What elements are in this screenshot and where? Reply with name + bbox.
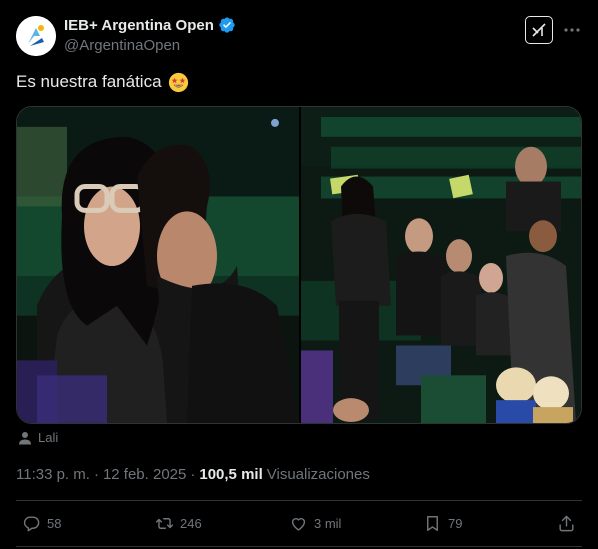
repost-button[interactable]: 246 [155,514,202,533]
more-options-button[interactable] [562,20,582,40]
divider [16,546,582,547]
tweet-time[interactable]: 11:33 p. m. [16,466,90,483]
avatar[interactable] [16,16,56,56]
media-photo-1[interactable] [17,107,299,423]
tagged-name: Lali [38,430,59,445]
grok-button[interactable] [525,16,553,44]
verified-badge-icon [219,17,235,33]
meta-separator: · [190,466,196,483]
reply-icon [23,516,40,532]
share-icon [559,515,574,532]
divider [16,500,582,501]
like-button[interactable]: 3 mil [289,514,341,533]
views-count: 100,5 mil [199,466,263,483]
tweet-text-row: Es nuestra fanática [16,70,189,94]
repost-count: 246 [180,516,202,531]
more-dots-icon [564,28,580,32]
media-grid [16,106,582,424]
bookmark-count: 79 [448,516,463,531]
reply-button[interactable]: 58 [22,514,61,533]
bookmark-button[interactable]: 79 [423,514,462,533]
author-display-name[interactable]: IEB+ Argentina Open [64,17,214,34]
person-icon [19,431,31,444]
tweet-text: Es nuestra fanática [16,72,162,91]
views-label: Visualizaciones [266,466,370,483]
tweet-card[interactable]: IEB+ Argentina Open @ArgentinaOpen Es nu… [0,0,598,549]
like-count: 3 mil [314,516,342,531]
media-photo-2[interactable] [301,107,581,423]
repost-icon [155,518,174,529]
tweet-meta: 11:33 p. m. · 12 feb. 2025 · 100,5 mil V… [16,466,370,483]
author-handle[interactable]: @ArgentinaOpen [64,37,180,54]
tagged-people[interactable]: Lali [18,430,58,445]
heart-icon [291,518,306,531]
star-struck-emoji-icon [168,72,189,93]
bookmark-icon [427,516,438,531]
argentina-open-logo-icon [16,16,56,56]
share-button[interactable] [557,514,576,533]
action-bar: 58 246 3 mil 79 [0,510,598,542]
reply-count: 58 [47,516,62,531]
tweet-date[interactable]: 12 feb. 2025 [103,466,186,483]
grok-icon [532,23,546,37]
meta-separator: · [93,466,99,483]
